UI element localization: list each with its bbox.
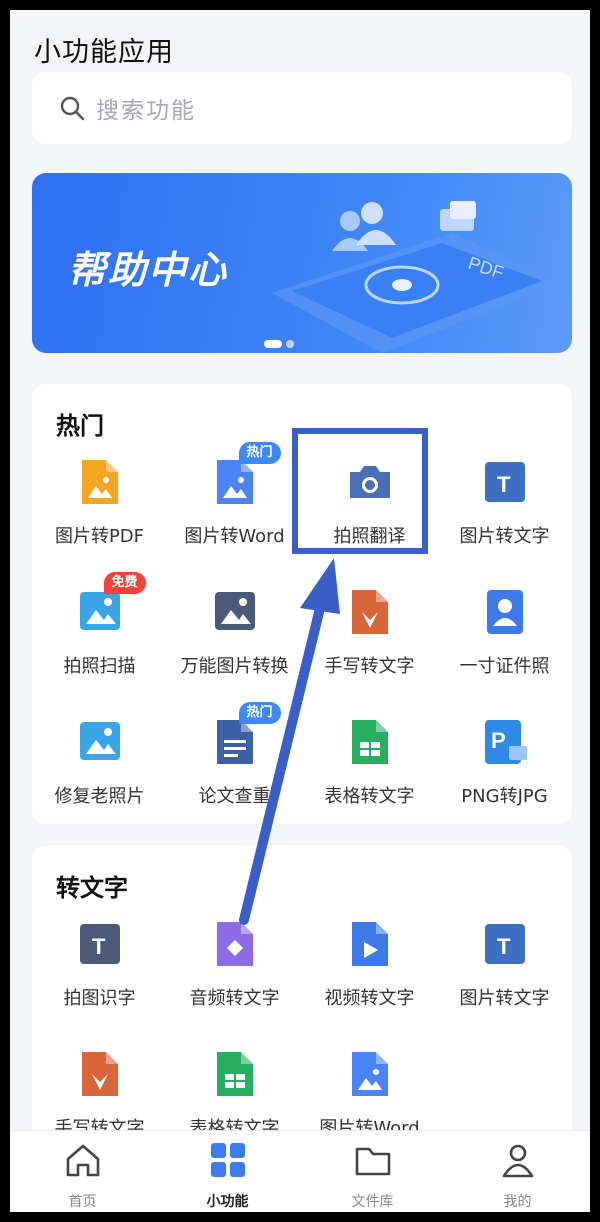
feature-item[interactable]: 视频转文字 (302, 900, 437, 1030)
page-title: 小功能应用 (34, 37, 174, 68)
app-screen: 小功能应用 搜索功能 帮助中心 PDF 热门 图片转PDF 热门 图片转Word 拍照… (10, 10, 590, 1212)
feature-label: 图片转Word (184, 526, 285, 547)
feature-label: 视频转文字 (324, 988, 415, 1009)
feature-label: 一寸证件照 (459, 656, 550, 677)
tab-user[interactable]: 我的 (445, 1131, 590, 1212)
feature-item[interactable]: 热门论文查重 (167, 698, 302, 828)
feature-badge: 热门 (238, 442, 281, 464)
feature-item[interactable]: 手写转文字 (302, 568, 437, 698)
feature-item[interactable]: 万能图片转换 (167, 568, 302, 698)
handwriting-icon (74, 1048, 126, 1100)
feature-label: 修复老照片 (54, 786, 145, 807)
feature-badge: 免费 (103, 572, 146, 594)
banner-title: 帮助中心 (68, 248, 229, 292)
photo-repair-icon (74, 716, 126, 768)
search-bar[interactable]: 搜索功能 (32, 72, 572, 144)
feature-label: PNG转JPG (461, 786, 548, 807)
feature-item[interactable]: 表格转文字 (302, 698, 437, 828)
feature-label: 图片转文字 (459, 988, 550, 1009)
carousel-dot[interactable] (286, 340, 294, 348)
bottom-tab-bar: 首页 小功能 文件库 我的 (10, 1130, 590, 1212)
photo-ocr-icon: T (74, 918, 126, 970)
image-to-text-icon: T (479, 456, 531, 508)
svg-text:T: T (92, 934, 106, 959)
feature-label: 手写转文字 (324, 656, 415, 677)
carousel-indicator[interactable] (264, 340, 294, 348)
feature-label: 拍照扫描 (63, 656, 136, 677)
tab-label: 我的 (503, 1194, 532, 1210)
png-to-jpg-icon: P (479, 716, 531, 768)
paper-check-icon: 热门 (209, 702, 281, 768)
feature-label: 图片转PDF (54, 526, 145, 547)
video-to-text-icon (344, 918, 396, 970)
tab-folder[interactable]: 文件库 (300, 1131, 445, 1212)
feature-item[interactable]: T 图片转文字 (437, 438, 572, 568)
spreadsheet-icon (344, 716, 396, 768)
feature-badge: 热门 (238, 702, 281, 724)
photo-scan-icon: 免费 (74, 572, 146, 638)
id-photo-icon (479, 586, 531, 638)
feature-item[interactable]: T 拍图识字 (32, 900, 167, 1030)
to-text-section-title: 转文字 (56, 874, 128, 902)
audio-to-text-icon (209, 918, 261, 970)
help-center-banner[interactable]: 帮助中心 PDF (32, 173, 572, 353)
spreadsheet-icon (209, 1048, 261, 1100)
feature-label: 音频转文字 (189, 988, 280, 1009)
tab-label: 首页 (68, 1194, 97, 1210)
tab-label: 小功能 (206, 1194, 249, 1210)
svg-text:T: T (497, 472, 511, 497)
feature-item[interactable]: 一寸证件照 (437, 568, 572, 698)
to-text-section: 转文字 T 拍图识字 音频转文字 视频转文字 T 图片转文字 手写转文字 表格转文字 图片转Wo… (32, 846, 572, 1176)
feature-label: 拍图识字 (63, 988, 136, 1009)
image-to-word-icon: 热门 (209, 442, 281, 508)
search-placeholder: 搜索功能 (96, 98, 196, 124)
to-text-grid: T 拍图识字 音频转文字 视频转文字 T 图片转文字 手写转文字 表格转文字 图片转Word (32, 900, 572, 1160)
handwriting-icon (344, 586, 396, 638)
svg-text:P: P (491, 728, 506, 753)
feature-item[interactable]: 图片转PDF (32, 438, 167, 568)
feature-item[interactable]: 音频转文字 (167, 900, 302, 1030)
banner-illustration: PDF (272, 201, 562, 353)
tab-label: 文件库 (351, 1194, 394, 1210)
feature-item[interactable]: P PNG转JPG (437, 698, 572, 828)
carousel-dot-active[interactable] (264, 340, 282, 348)
grid-icon (207, 1139, 249, 1185)
feature-label: 万能图片转换 (180, 656, 289, 677)
feature-label: 图片转文字 (459, 526, 550, 547)
search-icon (60, 96, 85, 121)
highlight-box (292, 428, 428, 554)
image-convert-icon (209, 586, 261, 638)
tab-grid[interactable]: 小功能 (155, 1131, 300, 1212)
tab-home[interactable]: 首页 (10, 1131, 155, 1212)
image-to-word-icon (344, 1048, 396, 1100)
hot-section-title: 热门 (56, 412, 104, 440)
feature-label: 论文查重 (198, 786, 271, 807)
feature-item[interactable]: 热门图片转Word (167, 438, 302, 568)
feature-item[interactable]: T 图片转文字 (437, 900, 572, 1030)
user-icon (497, 1139, 539, 1185)
feature-item[interactable]: 修复老照片 (32, 698, 167, 828)
feature-item[interactable]: 免费拍照扫描 (32, 568, 167, 698)
feature-label: 表格转文字 (324, 786, 415, 807)
svg-text:T: T (497, 934, 511, 959)
image-to-pdf-icon (74, 456, 126, 508)
image-to-text-icon: T (479, 918, 531, 970)
folder-icon (352, 1139, 394, 1185)
home-icon (62, 1139, 104, 1185)
